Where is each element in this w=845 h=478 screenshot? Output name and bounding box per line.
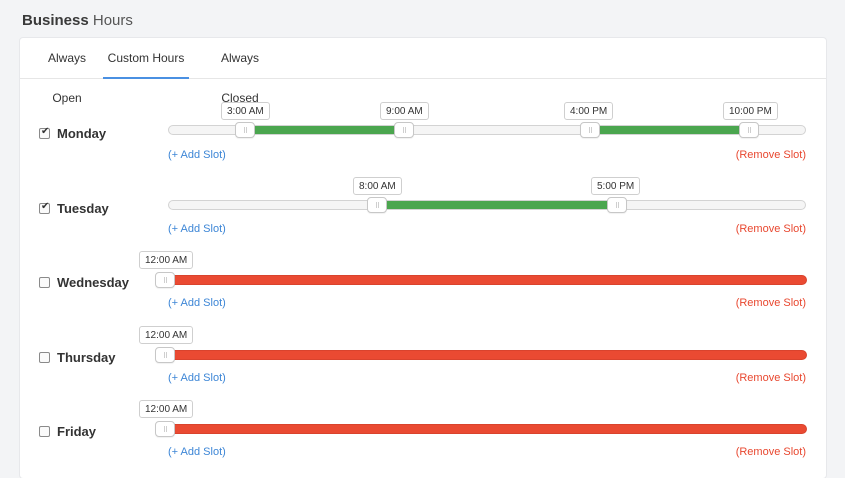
page-title-rest: Hours xyxy=(88,12,133,29)
add-slot-link[interactable]: (+ Add Slot) xyxy=(168,372,226,384)
add-slot-link[interactable]: (+ Add Slot) xyxy=(168,223,226,235)
page-title: Business Hours xyxy=(22,12,133,29)
tab-custom-hours[interactable]: Custom Hours xyxy=(103,38,189,79)
friday-checkbox[interactable] xyxy=(39,426,50,437)
day-label-thursday: Thursday xyxy=(57,350,116,365)
thursday-checkbox[interactable] xyxy=(39,352,50,363)
remove-slot-link[interactable]: (Remove Slot) xyxy=(736,223,806,235)
wednesday-checkbox[interactable] xyxy=(39,277,50,288)
day-label-monday: Monday xyxy=(57,126,107,141)
add-slot-link[interactable]: (+ Add Slot) xyxy=(168,297,226,309)
tab-bar: Always Open Custom Hours Always Closed xyxy=(20,38,826,105)
slider-handle-start[interactable] xyxy=(235,122,255,138)
open-slot-fill xyxy=(254,126,404,134)
monday-checkbox[interactable]: ✔ xyxy=(39,126,50,139)
day-label-friday: Friday xyxy=(57,424,97,439)
slider-handle-end[interactable] xyxy=(607,197,627,213)
tab-always-closed[interactable]: Always Closed xyxy=(201,38,279,105)
hours-slider-track[interactable] xyxy=(168,122,806,138)
closed-time-tooltip: 12:00 AM xyxy=(139,326,194,344)
day-row-monday: ✔ Monday 3:00 AM 9:00 AM 4:00 PM 10:00 P… xyxy=(20,101,826,175)
day-row-tuesday: ✔ Tuesday 8:00 AM 5:00 PM (+ Add Slot) (… xyxy=(20,176,826,250)
slot-start-tooltip: 3:00 AM xyxy=(221,102,270,120)
page-title-bold: Business xyxy=(22,12,89,29)
remove-slot-link[interactable]: (Remove Slot) xyxy=(736,372,806,384)
hours-slider-track-closed[interactable] xyxy=(155,347,807,363)
slot-end-tooltip: 5:00 PM xyxy=(591,177,641,195)
add-slot-link[interactable]: (+ Add Slot) xyxy=(168,149,226,161)
remove-slot-link[interactable]: (Remove Slot) xyxy=(736,446,806,458)
hours-slider-track-closed[interactable] xyxy=(155,421,807,437)
slider-handle[interactable] xyxy=(155,272,175,288)
day-row-friday: Friday 12:00 AM (+ Add Slot) (Remove Slo… xyxy=(20,399,826,473)
slider-handle-start[interactable] xyxy=(367,197,387,213)
closed-time-tooltip: 12:00 AM xyxy=(139,400,194,418)
day-row-thursday: Thursday 12:00 AM (+ Add Slot) (Remove S… xyxy=(20,325,826,399)
open-slot-fill xyxy=(600,126,749,134)
check-icon: ✔ xyxy=(41,201,50,212)
day-label-wednesday: Wednesday xyxy=(57,275,130,290)
hours-slider-track[interactable] xyxy=(168,197,806,213)
business-hours-card: Always Open Custom Hours Always Closed ✔… xyxy=(20,38,826,478)
slot-end-tooltip: 10:00 PM xyxy=(723,102,778,120)
slider-handle-end[interactable] xyxy=(739,122,759,138)
slider-handle-start[interactable] xyxy=(580,122,600,138)
slider-handle[interactable] xyxy=(155,421,175,437)
slot-end-tooltip: 9:00 AM xyxy=(380,102,429,120)
tab-always-open[interactable]: Always Open xyxy=(33,38,101,105)
day-label-tuesday: Tuesday xyxy=(57,201,109,216)
slider-handle-end[interactable] xyxy=(394,122,414,138)
slot-start-tooltip: 8:00 AM xyxy=(353,177,402,195)
closed-time-tooltip: 12:00 AM xyxy=(139,251,194,269)
slider-handle[interactable] xyxy=(155,347,175,363)
slot-start-tooltip: 4:00 PM xyxy=(564,102,614,120)
check-icon: ✔ xyxy=(41,126,50,137)
add-slot-link[interactable]: (+ Add Slot) xyxy=(168,446,226,458)
hours-slider-track-closed[interactable] xyxy=(155,272,807,288)
remove-slot-link[interactable]: (Remove Slot) xyxy=(736,297,806,309)
tuesday-checkbox[interactable]: ✔ xyxy=(39,201,50,214)
open-slot-fill xyxy=(387,201,617,209)
remove-slot-link[interactable]: (Remove Slot) xyxy=(736,149,806,161)
day-row-wednesday: Wednesday 12:00 AM (+ Add Slot) (Remove … xyxy=(20,250,826,324)
